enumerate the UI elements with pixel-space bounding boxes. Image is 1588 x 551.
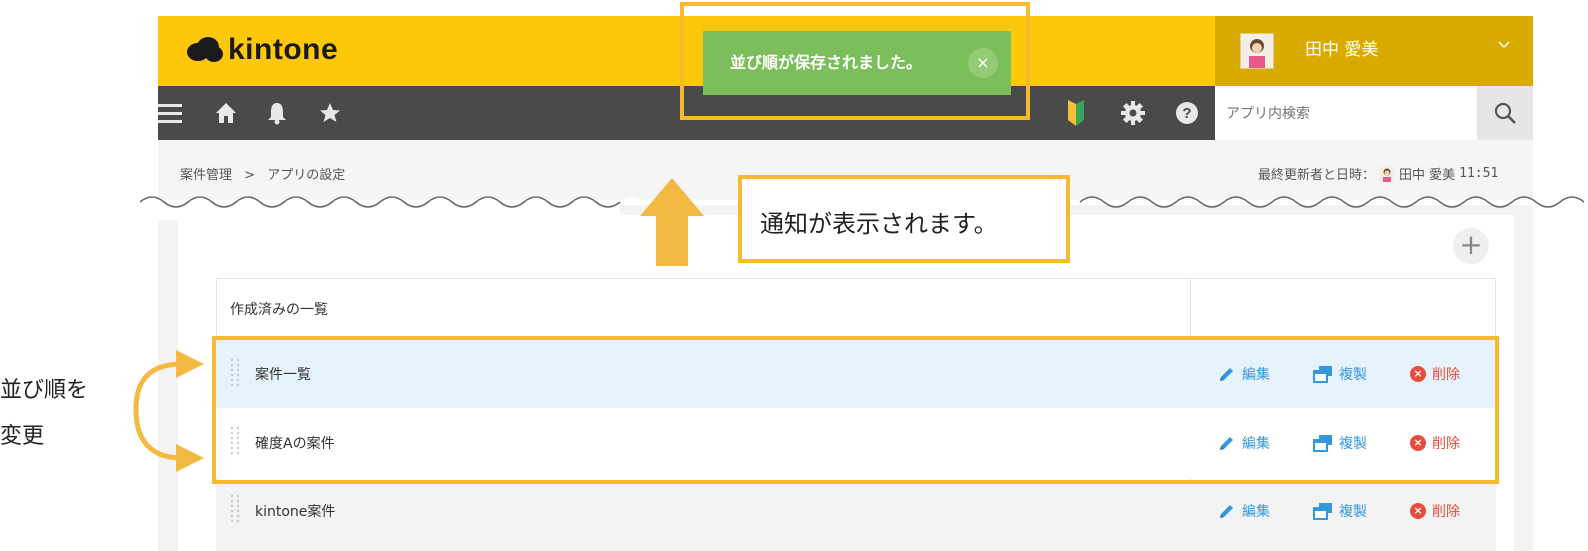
cloud-logo-icon xyxy=(187,37,223,62)
annotation-text-line2: 変更 xyxy=(0,424,45,449)
kintone-logo[interactable]: kintone xyxy=(186,30,338,70)
search-input[interactable] xyxy=(1224,100,1468,128)
delete-label: 削除 xyxy=(1432,504,1460,520)
up-arrow-icon xyxy=(640,178,704,266)
updater-label: 最終更新者と日時： xyxy=(1258,168,1376,183)
chevron-down-icon[interactable] xyxy=(1497,36,1511,55)
avatar xyxy=(1379,165,1396,182)
table-header: 作成済みの一覧 xyxy=(216,278,1496,336)
updater-time: 11:51 xyxy=(1459,166,1499,181)
breadcrumb: 案件管理 > アプリの設定 xyxy=(180,164,345,183)
table-header-label: 作成済みの一覧 xyxy=(230,302,328,318)
delete-button[interactable]: × 削除 xyxy=(1410,501,1460,521)
edit-button[interactable]: 編集 xyxy=(1218,501,1270,521)
updater-name[interactable]: 田中 愛美 xyxy=(1399,164,1455,183)
delete-icon: × xyxy=(1410,503,1426,519)
breadcrumb-current: アプリの設定 xyxy=(267,168,346,183)
copy-icon xyxy=(1313,503,1332,520)
annotation-text-line1: 並び順を xyxy=(0,378,89,403)
home-icon[interactable] xyxy=(214,86,242,140)
beginner-mark-icon[interactable] xyxy=(1066,86,1090,140)
last-updated-info: 最終更新者と日時： 田中 愛美 11:51 xyxy=(1258,164,1498,183)
search-button[interactable] xyxy=(1477,86,1533,140)
callout-text: 通知が表示されます。 xyxy=(760,210,998,238)
logo-text: kintone xyxy=(228,33,339,66)
duplicate-label: 複製 xyxy=(1339,504,1367,520)
help-icon[interactable]: ? xyxy=(1175,86,1201,140)
avatar xyxy=(1240,33,1274,69)
view-name: kintone案件 xyxy=(255,504,336,520)
reorder-highlight-frame xyxy=(212,336,1499,484)
drag-handle-icon[interactable] xyxy=(230,494,240,524)
menu-icon[interactable] xyxy=(158,86,184,140)
bell-icon[interactable] xyxy=(266,86,294,140)
edit-label: 編集 xyxy=(1242,504,1270,520)
gear-icon[interactable] xyxy=(1121,86,1147,140)
duplicate-button[interactable]: 複製 xyxy=(1313,501,1367,521)
table-row[interactable] xyxy=(216,480,1496,551)
breadcrumb-app-link[interactable]: 案件管理 xyxy=(180,168,232,183)
breadcrumb-separator: > xyxy=(244,168,256,183)
star-icon[interactable] xyxy=(318,86,346,140)
pencil-icon xyxy=(1220,505,1233,518)
user-name[interactable]: 田中 愛美 xyxy=(1305,35,1378,60)
notification-highlight-frame xyxy=(680,2,1030,120)
search-icon xyxy=(1494,102,1516,124)
add-list-button[interactable]: + xyxy=(1453,228,1489,264)
reorder-arrow-icon xyxy=(133,350,204,472)
svg-text:?: ? xyxy=(1182,105,1191,122)
